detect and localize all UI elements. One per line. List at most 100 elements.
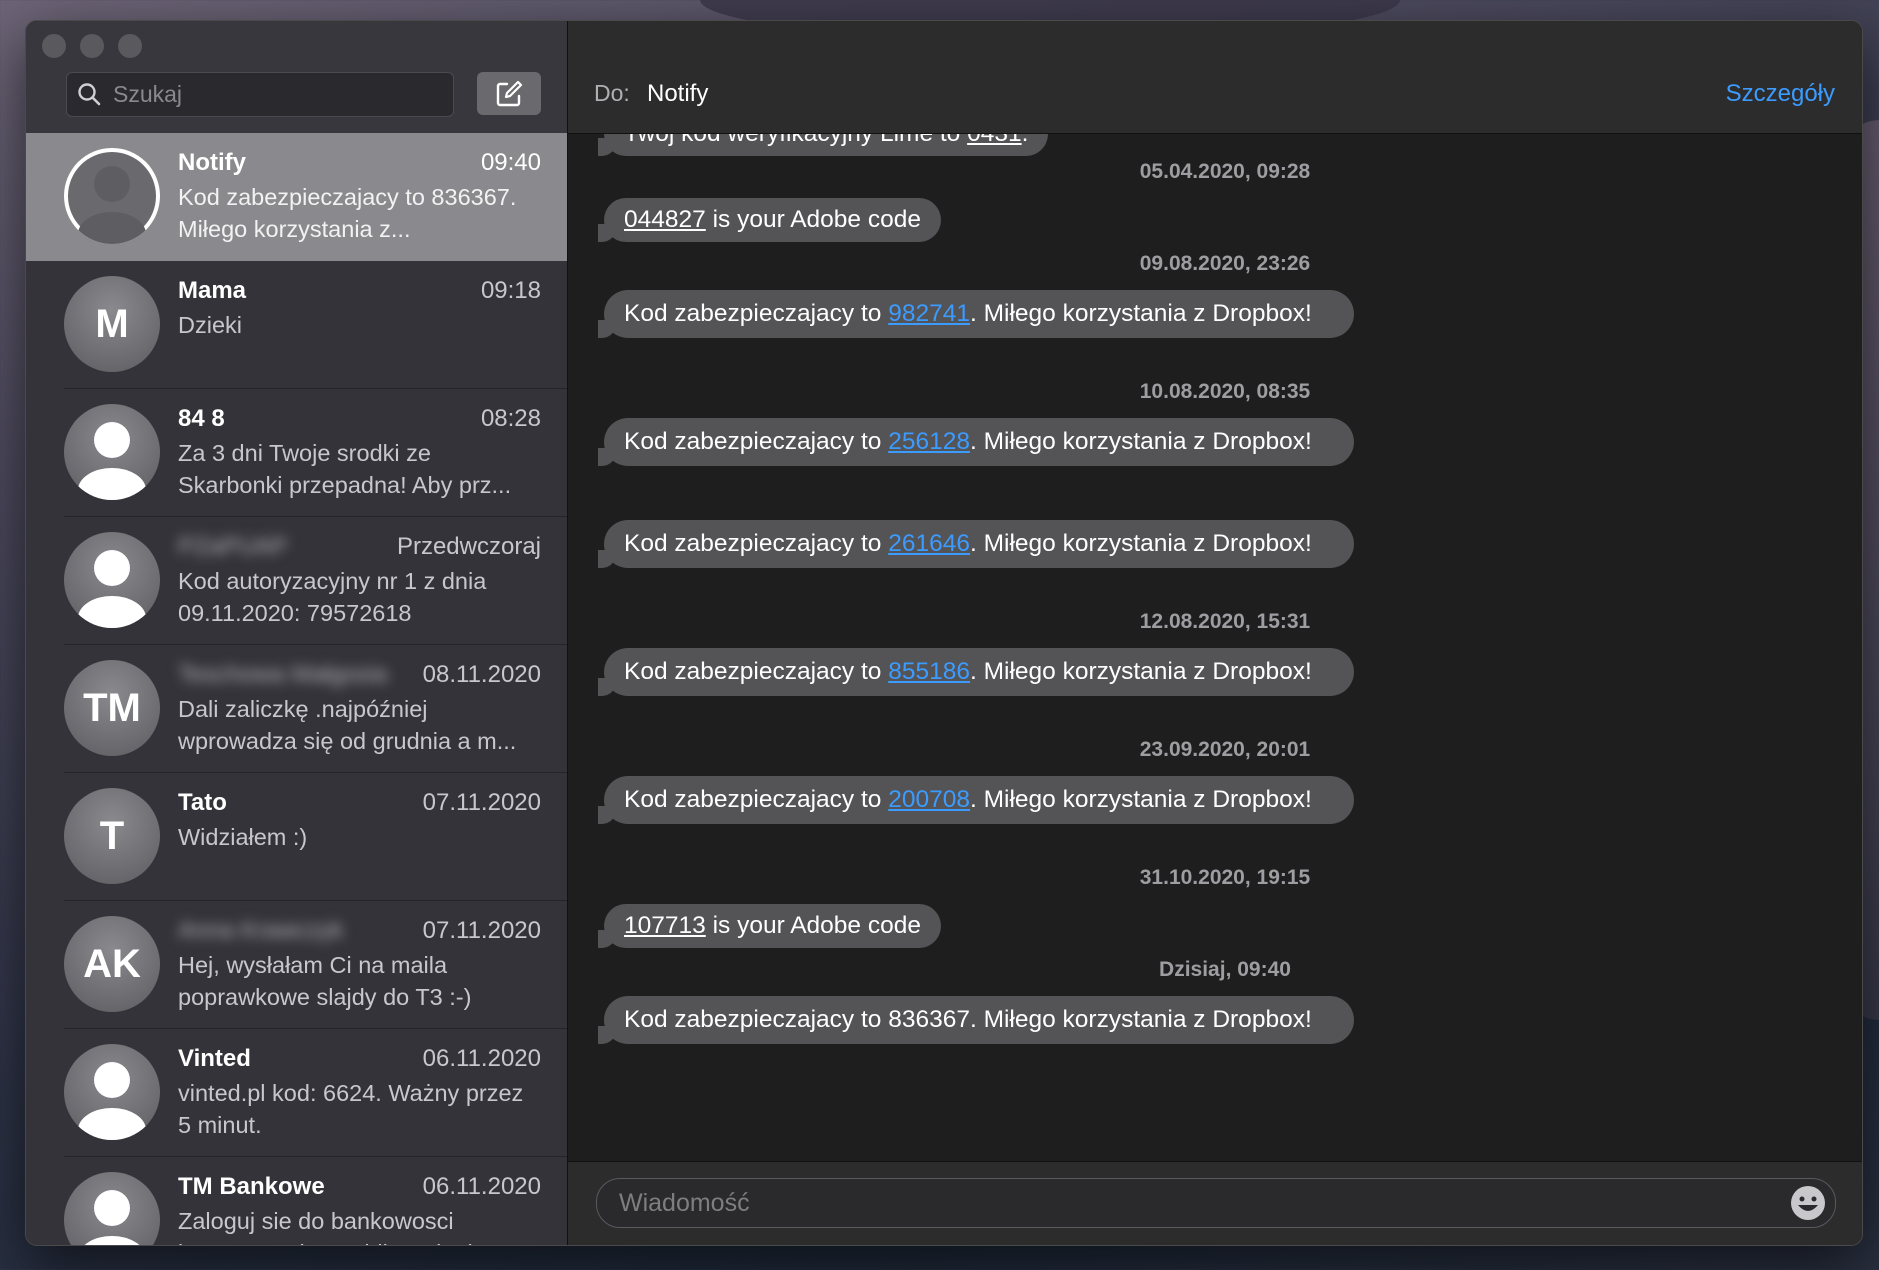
compose-button[interactable] bbox=[477, 72, 541, 115]
message-timestamp: Dzisiaj, 09:40 bbox=[1159, 958, 1291, 981]
sidebar: Notify 09:40 Kod zabezpieczajacy to 836367… bbox=[26, 21, 568, 1245]
sidebar-toolbar bbox=[26, 21, 567, 134]
message-code[interactable]: 044827 bbox=[624, 206, 706, 233]
search-field[interactable] bbox=[66, 72, 454, 117]
message-code[interactable]: 107713 bbox=[624, 912, 706, 939]
conversation-name: Anna Krawczyk bbox=[178, 917, 344, 944]
conversation-pane: Do: Notify Szczegóły Twój kod weryfikacy… bbox=[568, 21, 1862, 1245]
message-timestamp: 23.09.2020, 20:01 bbox=[1139, 738, 1311, 761]
avatar: M bbox=[64, 276, 160, 372]
message-text: . Miłego korzystania z Dropbox! bbox=[969, 658, 1312, 685]
avatar: TM bbox=[64, 660, 160, 756]
message-code[interactable]: 0431 bbox=[967, 134, 1022, 147]
conversation-name: PZaPUAP bbox=[178, 533, 288, 560]
message-bubble[interactable]: 044827 is your Adobe code bbox=[598, 198, 941, 242]
avatar: T bbox=[64, 788, 160, 884]
conversation-item[interactable]: AK Anna Krawczyk 07.11.2020 Hej, wysłałam C… bbox=[26, 901, 567, 1029]
conversation-item[interactable]: PZaPUAP Przedwczoraj Kod autoryzacyjny nr … bbox=[26, 517, 567, 645]
message-bubble[interactable]: Kod zabezpieczajacy to 261646. Miłego ko… bbox=[598, 520, 1354, 568]
message-composer[interactable] bbox=[596, 1178, 1836, 1228]
person-icon bbox=[78, 1062, 146, 1140]
avatar bbox=[64, 1172, 160, 1245]
conversation-preview: Dzieki bbox=[178, 312, 242, 338]
avatar-initials: M bbox=[95, 301, 129, 346]
message-code-link[interactable]: 256128 bbox=[888, 428, 970, 455]
messages-window: Notify 09:40 Kod zabezpieczajacy to 836367… bbox=[25, 20, 1863, 1246]
message-bubble-partial[interactable]: Twój kod weryfikacyjny Lime to 0431. bbox=[597, 134, 1049, 156]
message-bubble[interactable]: Kod zabezpieczajacy to 836367. Miłego ko… bbox=[598, 996, 1354, 1044]
message-text: . Miłego korzystania z Dropbox! bbox=[969, 530, 1312, 557]
message-timestamp: 09.08.2020, 23:26 bbox=[1139, 252, 1311, 275]
conversation-time: 08:28 bbox=[480, 405, 541, 432]
message-text: Kod zabezpieczajacy to bbox=[624, 428, 889, 455]
emoji-icon[interactable] bbox=[1789, 1184, 1827, 1222]
message-text: Kod zabezpieczajacy to bbox=[624, 300, 889, 327]
conversation-preview: Dali zaliczkę .najpóźniej wprowadza się … bbox=[178, 696, 517, 754]
message-input[interactable] bbox=[617, 1179, 1771, 1227]
conversation-item[interactable]: TM Teschowa Małgosia 08.11.2020 Dali zalicz… bbox=[26, 645, 567, 773]
to-label: Do: bbox=[594, 80, 630, 106]
avatar-initials: T bbox=[99, 813, 125, 858]
message-transcript[interactable]: Twój kod weryfikacyjny Lime to 0431. 05.… bbox=[568, 134, 1862, 1181]
avatar: AK bbox=[64, 916, 160, 1012]
conversation-list: Notify 09:40 Kod zabezpieczajacy to 836367… bbox=[26, 133, 567, 1245]
conversation-preview: Widziałem :) bbox=[178, 824, 308, 850]
avatar-initials: AK bbox=[83, 941, 141, 986]
message-timestamp: 12.08.2020, 15:31 bbox=[1139, 610, 1311, 633]
message-bubble[interactable]: 107713 is your Adobe code bbox=[598, 904, 941, 948]
message-text: is your Adobe code bbox=[705, 206, 921, 233]
person-icon bbox=[78, 422, 146, 500]
message-text: . bbox=[1022, 134, 1029, 147]
message-text: Kod zabezpieczajacy to bbox=[624, 786, 889, 813]
message-text: is your Adobe code bbox=[705, 912, 921, 939]
message-bubble[interactable]: Kod zabezpieczajacy to 855186. Miłego ko… bbox=[598, 648, 1354, 696]
conversation-time: 07.11.2020 bbox=[422, 917, 541, 944]
close-window-button[interactable] bbox=[42, 34, 66, 58]
zoom-window-button[interactable] bbox=[118, 34, 142, 58]
message-text: Kod zabezpieczajacy to bbox=[624, 658, 889, 685]
conversation-preview: Hej, wysłałam Ci na maila poprawkowe sla… bbox=[178, 952, 472, 1010]
conversation-name: Notify bbox=[178, 149, 246, 176]
person-icon bbox=[84, 1190, 140, 1245]
avatar bbox=[64, 404, 160, 500]
message-text: . Miłego korzystania z Dropbox! bbox=[969, 300, 1312, 327]
conversation-time: Przedwczoraj bbox=[396, 533, 541, 560]
conversation-name: Vinted bbox=[178, 1045, 251, 1072]
conversation-time: 09:18 bbox=[480, 277, 541, 304]
minimize-window-button[interactable] bbox=[80, 34, 104, 58]
message-bubble[interactable]: Kod zabezpieczajacy to 200708. Miłego ko… bbox=[598, 776, 1354, 824]
message-text: Twój kod weryfikacyjny Lime to bbox=[624, 134, 967, 147]
message-code-link[interactable]: 855186 bbox=[888, 658, 970, 685]
conversation-preview: Zaloguj sie do bankowosci internetowej T… bbox=[178, 1208, 515, 1245]
search-input[interactable] bbox=[111, 73, 445, 116]
message-text: . Miłego korzystania z Dropbox! bbox=[969, 786, 1312, 813]
conversation-item[interactable]: 84 8 08:28 Za 3 dni Twoje srodki ze Skarbo… bbox=[26, 389, 567, 517]
conversation-item[interactable]: M Mama 09:18 Dzieki bbox=[26, 261, 567, 389]
conversation-time: 06.11.2020 bbox=[422, 1045, 541, 1072]
message-code-link[interactable]: 200708 bbox=[888, 786, 970, 813]
message-bubble[interactable]: Kod zabezpieczajacy to 256128. Miłego ko… bbox=[598, 418, 1354, 466]
compose-icon bbox=[496, 80, 523, 106]
message-code-link[interactable]: 982741 bbox=[888, 300, 970, 327]
conversation-time: 09:40 bbox=[480, 149, 541, 176]
conversation-item[interactable]: Notify 09:40 Kod zabezpieczajacy to 836367… bbox=[26, 133, 567, 261]
avatar bbox=[64, 532, 160, 628]
conversation-preview: Kod autoryzacyjny nr 1 z dnia 09.11.2020… bbox=[178, 568, 487, 626]
avatar-initials: TM bbox=[83, 685, 141, 730]
composer-bar bbox=[568, 1161, 1862, 1245]
message-text: Kod zabezpieczajacy to bbox=[624, 530, 889, 557]
message-timestamp: 31.10.2020, 19:15 bbox=[1139, 866, 1311, 889]
recipient-name[interactable]: Notify bbox=[647, 80, 708, 108]
conversation-item[interactable]: T Tato 07.11.2020 Widziałem :) bbox=[26, 773, 567, 901]
message-code-link[interactable]: 261646 bbox=[888, 530, 970, 557]
message-bubble[interactable]: Kod zabezpieczajacy to 982741. Miłego ko… bbox=[598, 290, 1354, 338]
conversation-item[interactable]: TM Bankowe 06.11.2020 Zaloguj sie do banko… bbox=[26, 1157, 567, 1245]
details-button[interactable]: Szczegóły bbox=[1726, 80, 1835, 108]
conversation-time: 06.11.2020 bbox=[422, 1173, 541, 1200]
conversation-preview: vinted.pl kod: 6624. Ważny przez 5 minut… bbox=[178, 1080, 524, 1138]
message-text: . Miłego korzystania z Dropbox! bbox=[969, 428, 1312, 455]
conversation-time: 08.11.2020 bbox=[422, 661, 541, 688]
conversation-item[interactable]: Vinted 06.11.2020 vinted.pl kod: 6624. Waż… bbox=[26, 1029, 567, 1157]
search-icon bbox=[78, 83, 101, 106]
avatar bbox=[64, 1044, 160, 1140]
